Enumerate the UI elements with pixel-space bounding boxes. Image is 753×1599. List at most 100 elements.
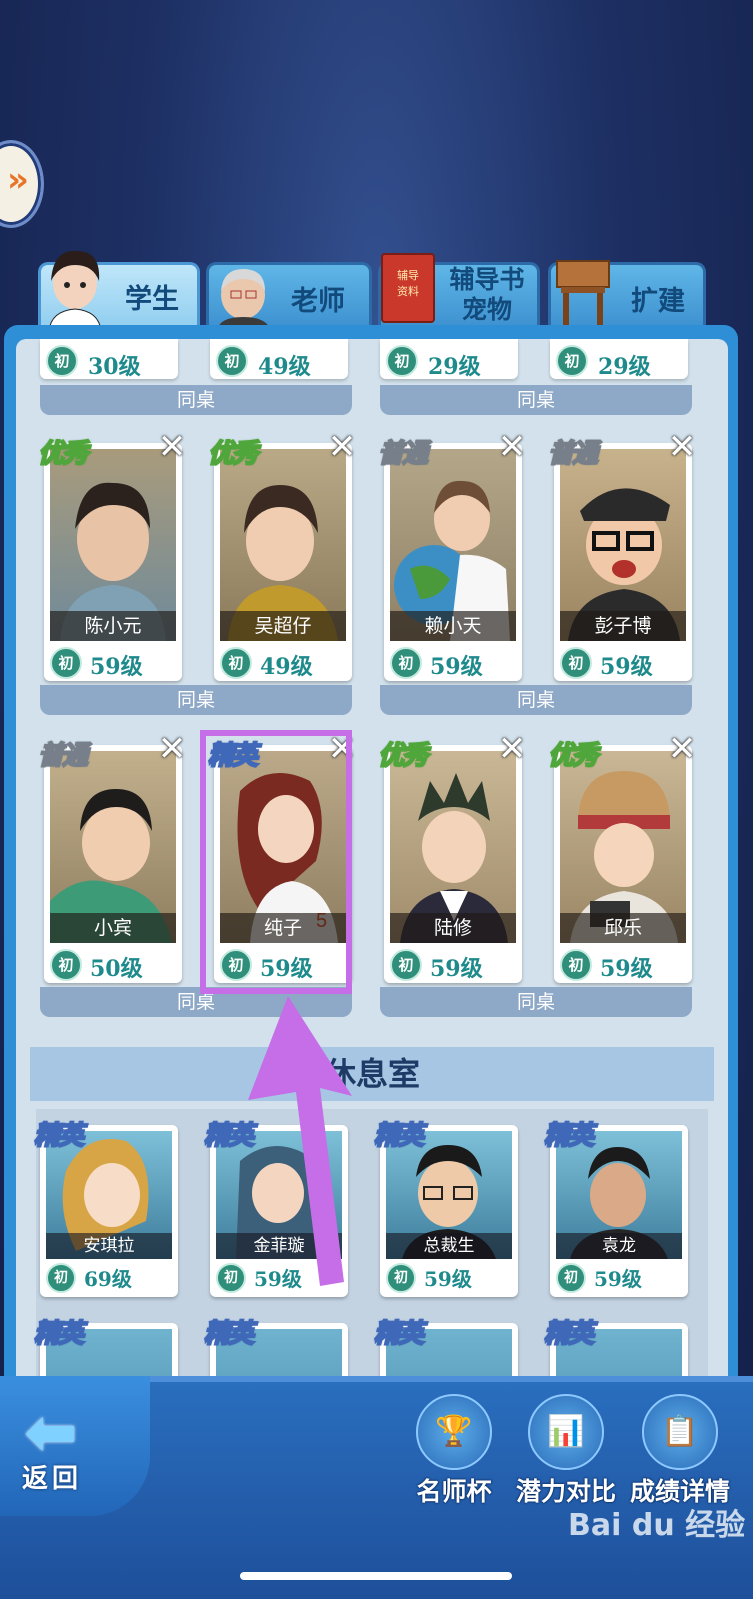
potential-compare-button[interactable]: 📊 潜力对比: [516, 1394, 616, 1508]
grade-badge: 初: [216, 345, 248, 377]
rank-tag: 精英: [33, 1318, 85, 1350]
lounge-name: 安琪拉: [46, 1233, 172, 1259]
level-text: 59级: [90, 654, 143, 680]
student-card-partial[interactable]: 初 29级: [550, 339, 688, 380]
bar-chart-icon: 📊: [528, 1394, 604, 1470]
level-text: 59级: [600, 654, 653, 680]
level-text: 49级: [258, 354, 311, 380]
grade-badge: 初: [220, 647, 252, 679]
rank-tag: 优秀: [377, 740, 429, 772]
tab-expand[interactable]: 扩建: [548, 260, 706, 331]
level-text: 59级: [594, 1267, 642, 1291]
clipboard-icon: 📋: [642, 1394, 718, 1470]
level-text: 69级: [84, 1267, 132, 1291]
double-chevron-right-icon: »: [7, 160, 29, 200]
student-card[interactable]: 陈小元 优秀 ✕ 初 59级: [37, 430, 186, 681]
level-text: 59级: [430, 956, 483, 982]
student-card[interactable]: 赖小天 普通 ✕ 初 59级: [377, 430, 526, 681]
pointer-arrow-icon: [248, 996, 352, 1286]
grade-badge: 初: [386, 345, 418, 377]
desk-pair-label: 同桌: [380, 685, 692, 715]
close-icon[interactable]: ✕: [666, 430, 698, 464]
student-card-partial[interactable]: 初 30级: [40, 339, 178, 380]
rank-tag: 精英: [543, 1318, 595, 1350]
student-portrait: 吴超仔: [220, 449, 346, 641]
student-portrait: 陆修: [390, 751, 516, 943]
grade-badge: 初: [556, 1263, 586, 1293]
baidu-watermark: Bai du 经验: [568, 1508, 746, 1543]
lounge-card[interactable]: 安琪拉 精英 初 69级: [33, 1120, 178, 1297]
level-text: 59级: [430, 654, 483, 680]
highlight-box: [200, 730, 352, 994]
book-icon: 辅导 资料: [381, 253, 435, 323]
close-icon[interactable]: ✕: [156, 732, 188, 766]
tab-expand-label: 扩建: [631, 286, 685, 317]
student-card[interactable]: 小宾 普通 ✕ 初 50级: [37, 732, 186, 983]
grade-badge: 初: [50, 949, 82, 981]
rank-tag: 优秀: [37, 438, 89, 470]
tab-teachers[interactable]: 老师: [206, 262, 372, 331]
level-text: 49级: [260, 654, 313, 680]
side-menu-toggle[interactable]: »: [0, 140, 44, 228]
student-name: 小宾: [50, 913, 176, 943]
grade-badge: 初: [560, 949, 592, 981]
grade-badge: 初: [390, 949, 422, 981]
close-icon[interactable]: ✕: [326, 430, 358, 464]
teacher-avatar-icon: [217, 269, 271, 331]
back-button-label: 返回: [22, 1464, 83, 1494]
level-text: 50级: [90, 956, 143, 982]
student-portrait: 赖小天: [390, 449, 516, 641]
grade-badge: 初: [390, 647, 422, 679]
close-icon[interactable]: ✕: [496, 430, 528, 464]
student-name: 陆修: [390, 913, 516, 943]
grade-badge: 初: [560, 647, 592, 679]
rank-tag: 精英: [373, 1318, 425, 1350]
level-text: 29级: [598, 354, 651, 380]
student-card-partial[interactable]: 初 29级: [380, 339, 518, 380]
tab-books-pets-label: 辅导书 宠物: [449, 265, 525, 324]
trophy-icon: 🏆: [416, 1394, 492, 1470]
grade-badge: 初: [50, 647, 82, 679]
student-name: 邱乐: [560, 913, 686, 943]
desk-icon: [556, 260, 610, 331]
level-text: 59级: [600, 956, 653, 982]
close-icon[interactable]: ✕: [666, 732, 698, 766]
grade-badge: 初: [46, 345, 78, 377]
home-indicator[interactable]: [240, 1572, 512, 1580]
famous-teacher-cup-button[interactable]: 🏆 名师杯: [404, 1394, 504, 1508]
rank-tag: 普通: [377, 438, 429, 470]
rank-tag: 普通: [37, 740, 89, 772]
rank-tag: 精英: [203, 1318, 255, 1350]
student-portrait: 陈小元: [50, 449, 176, 641]
student-card-partial[interactable]: 初 49级: [210, 339, 348, 380]
rank-tag: 优秀: [547, 740, 599, 772]
tab-books-pets[interactable]: 辅导 资料 辅导书 宠物: [378, 253, 540, 331]
student-card[interactable]: 吴超仔 优秀 ✕ 初 49级: [207, 430, 356, 681]
student-name: 彭子博: [560, 611, 686, 641]
rank-tag: 精英: [543, 1120, 595, 1152]
student-portrait: 小宾: [50, 751, 176, 943]
famous-teacher-cup-label: 名师杯: [416, 1477, 492, 1506]
level-text: 30级: [88, 354, 141, 380]
student-card[interactable]: 彭子博 普通 ✕ 初 59级: [547, 430, 696, 681]
score-details-button[interactable]: 📋 成绩详情: [630, 1394, 730, 1508]
level-text: 29级: [428, 354, 481, 380]
student-card[interactable]: 邱乐 优秀 ✕ 初 59级: [547, 732, 696, 983]
desk-pair-label: 同桌: [40, 685, 352, 715]
grade-badge: 初: [556, 345, 588, 377]
close-icon[interactable]: ✕: [496, 732, 528, 766]
tab-students[interactable]: 学生: [38, 250, 200, 331]
rank-tag: 普通: [547, 438, 599, 470]
tab-students-label: 学生: [125, 284, 179, 315]
rank-tag: 精英: [33, 1120, 85, 1152]
desk-pair-label: 同桌: [40, 385, 352, 415]
student-card[interactable]: 陆修 优秀 ✕ 初 59级: [377, 732, 526, 983]
student-name: 吴超仔: [220, 611, 346, 641]
student-name: 赖小天: [390, 611, 516, 641]
lounge-card[interactable]: 袁龙 精英 初 59级: [543, 1120, 688, 1297]
close-icon[interactable]: ✕: [156, 430, 188, 464]
desk-pair-label: 同桌: [380, 385, 692, 415]
student-portrait: 邱乐: [560, 751, 686, 943]
student-name: 陈小元: [50, 611, 176, 641]
lounge-name: 袁龙: [556, 1233, 682, 1259]
